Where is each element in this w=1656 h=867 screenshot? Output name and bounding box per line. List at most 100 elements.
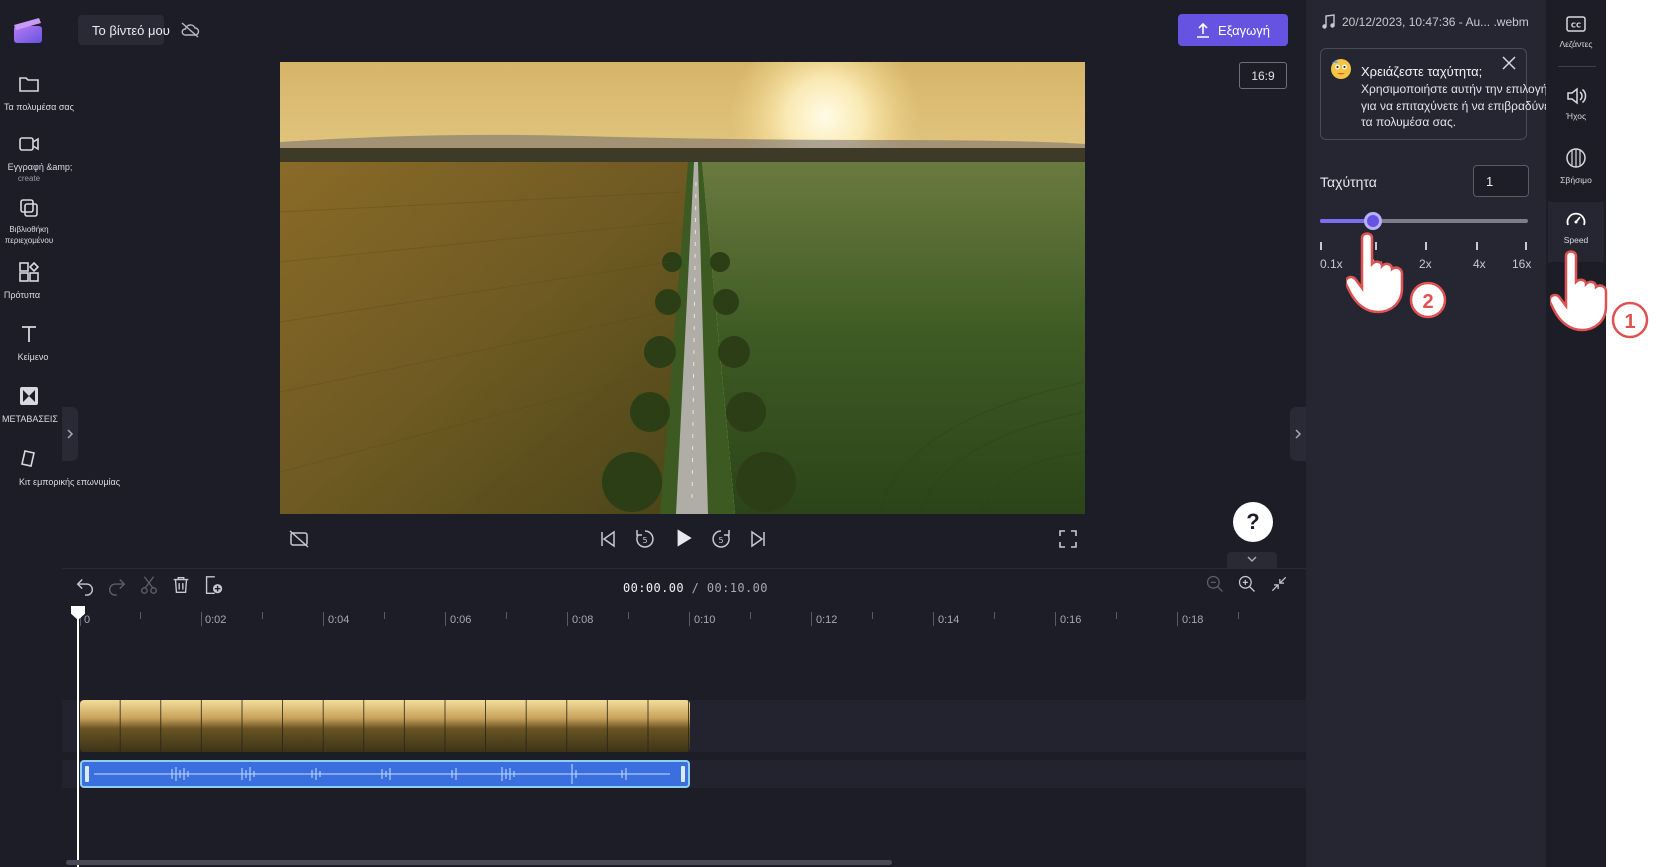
sidebar-item-label: Εγγραφή &amp; xyxy=(7,162,73,172)
speed-input[interactable]: 1 xyxy=(1473,165,1529,197)
speed-tip-body: Χρησιμοποιήστε αυτήν την επιλογή για να … xyxy=(1361,82,1560,129)
timeline-scrollbar[interactable] xyxy=(66,860,892,865)
speed-tick-label: 0.1x xyxy=(1320,257,1343,271)
video-camera-icon xyxy=(19,137,39,151)
undo-icon[interactable] xyxy=(74,574,96,596)
sidebar-item-label: Τα πολυμέσα σας xyxy=(4,102,74,112)
ruler-label: 0:10 xyxy=(694,614,716,626)
fullscreen-icon[interactable] xyxy=(1056,527,1080,551)
fade-icon xyxy=(1566,148,1586,168)
callout-number: 1 xyxy=(1624,311,1635,333)
playhead[interactable] xyxy=(77,612,79,867)
current-time: 00:00.00 xyxy=(623,581,684,595)
ruler-tick xyxy=(262,612,263,619)
sidebar-item-label: Βιβλιοθήκη περιεχομένου xyxy=(4,225,54,245)
sidebar-item-label: Κιτ εμπορικής επωνυμίας xyxy=(19,477,121,487)
video-clip-thumbnails xyxy=(80,700,690,752)
delete-icon[interactable] xyxy=(170,574,192,596)
speedometer-icon xyxy=(1566,212,1586,226)
tab-label: Speed xyxy=(1563,235,1589,245)
captions-icon: CC xyxy=(1566,16,1586,32)
speaker-icon xyxy=(1567,87,1587,105)
ruler-tick xyxy=(506,612,507,619)
icon-bar-divider xyxy=(1558,66,1596,67)
ruler-label: 0:08 xyxy=(572,614,594,626)
speed-tip-title: Χρειάζεστε ταχύτητα; xyxy=(1361,64,1483,79)
video-clip[interactable] xyxy=(80,700,690,752)
text-icon xyxy=(22,326,36,342)
ruler-tick xyxy=(1238,612,1239,619)
skip-to-end-icon[interactable] xyxy=(746,527,770,551)
audio-trim-handle-right xyxy=(681,766,685,782)
tab-audio[interactable]: Ήχος xyxy=(1546,84,1606,121)
app-window: Τα πολυμέσα σας Εγγραφή &amp; create Βιβ… xyxy=(0,0,1606,867)
upload-icon xyxy=(1196,22,1209,38)
cut-icon[interactable] xyxy=(138,574,160,596)
speed-tick xyxy=(1525,242,1527,250)
ruler-label: 0:06 xyxy=(450,614,472,626)
tab-captions[interactable]: CC Λεζάντες xyxy=(1546,12,1606,49)
ruler-label: 0:18 xyxy=(1182,614,1204,626)
export-button[interactable]: Εξαγωγή xyxy=(1178,14,1288,46)
tab-fade[interactable]: Σβήσιμο xyxy=(1546,146,1606,185)
sidebar-item-label: Πρότυπα xyxy=(3,290,41,300)
play-icon[interactable] xyxy=(670,525,696,551)
ruler-tick xyxy=(567,612,568,626)
audio-clip[interactable] xyxy=(80,760,690,788)
ruler-tick xyxy=(994,612,995,619)
content-library-icon xyxy=(20,199,38,217)
video-preview[interactable] xyxy=(280,62,1085,514)
ruler-label: 0:16 xyxy=(1060,614,1082,626)
ruler-tick xyxy=(384,612,385,619)
fit-timeline-icon[interactable] xyxy=(1269,574,1289,594)
pointer-hand-1-icon: 1 xyxy=(1550,250,1649,339)
transitions-icon xyxy=(20,387,38,405)
ruler-label: 0 xyxy=(84,614,91,626)
audio-waveform xyxy=(85,764,685,784)
callout-number: 2 xyxy=(1422,291,1433,313)
tab-speed[interactable]: Speed xyxy=(1546,208,1606,245)
svg-text:CC: CC xyxy=(1571,22,1581,30)
chevron-down-icon xyxy=(1247,556,1257,563)
cloud-sync-off-icon xyxy=(181,22,200,38)
speed-tick-label: 16x xyxy=(1512,257,1532,271)
export-button-label: Εξαγωγή xyxy=(1217,22,1271,38)
help-button[interactable]: ? xyxy=(1233,502,1273,542)
hide-video-icon[interactable] xyxy=(287,527,311,551)
right-panel-collapse-button[interactable] xyxy=(1290,407,1306,461)
sidebar-item-sublabel: create xyxy=(17,174,41,183)
skip-to-start-icon[interactable] xyxy=(596,527,620,551)
tab-label: Ήχος xyxy=(1565,111,1587,121)
redo-icon[interactable] xyxy=(106,574,128,596)
help-collapse-tab[interactable] xyxy=(1227,552,1277,568)
chevron-right-icon xyxy=(1295,429,1302,439)
video-frame-image xyxy=(280,62,1085,514)
zoom-in-icon[interactable] xyxy=(1237,574,1257,594)
file-name: 20/12/2023, 10:47:36 - Au... .webm xyxy=(1342,15,1529,29)
ruler-tick xyxy=(872,612,873,619)
total-time: 00:10.00 xyxy=(706,581,768,595)
zoom-out-icon[interactable] xyxy=(1205,574,1225,594)
pointer-hand-2-icon: 2 xyxy=(1346,232,1447,319)
sidebar-item-label: Κείμενο xyxy=(17,352,49,362)
ruler-tick xyxy=(933,612,934,626)
ruler-tick xyxy=(811,612,812,626)
chevron-right-icon xyxy=(67,429,74,439)
ruler-tick xyxy=(750,612,751,619)
rewind-5-icon[interactable]: 5 xyxy=(633,527,657,551)
add-to-timeline-icon[interactable] xyxy=(202,574,224,596)
project-title[interactable]: Το βίντεό μου xyxy=(92,23,170,38)
left-sidebar xyxy=(0,0,58,867)
properties-icon-bar xyxy=(1546,0,1606,867)
folder-icon xyxy=(19,77,39,92)
ruler-tick xyxy=(201,612,202,626)
close-icon[interactable] xyxy=(1502,56,1516,70)
left-panel-expand-button[interactable] xyxy=(62,407,78,461)
aspect-ratio-button[interactable]: 16:9 xyxy=(1239,62,1287,89)
ruler-tick xyxy=(1116,612,1117,619)
forward-5-icon[interactable]: 5 xyxy=(709,527,733,551)
ruler-tick xyxy=(689,612,690,626)
clipchamp-logo-icon[interactable] xyxy=(12,14,44,46)
sidebar-item-label: ΜΕΤΑΒΑΣΕΙΣ xyxy=(2,414,58,424)
ruler-label: 0:02 xyxy=(205,614,227,626)
